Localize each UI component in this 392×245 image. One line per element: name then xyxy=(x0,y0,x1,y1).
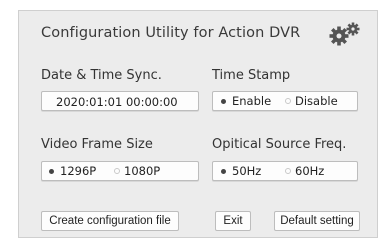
date-time-value: 2020:01:01 00:00:00 xyxy=(56,95,178,109)
freq-50hz-label: 50Hz xyxy=(232,164,262,178)
frame-size-1296p-label: 1296P xyxy=(60,164,97,178)
radio-selected-icon xyxy=(49,168,54,174)
radio-unselected-icon xyxy=(285,168,291,174)
video-frame-size-label: Video Frame Size xyxy=(41,137,153,152)
config-panel: Configuration Utility for Action DVR Dat… xyxy=(18,10,378,238)
time-stamp-radio-group: Enable Disable xyxy=(212,91,358,111)
window-title: Configuration Utility for Action DVR xyxy=(41,25,301,41)
time-stamp-disable-label: Disable xyxy=(295,94,338,108)
optical-source-freq-radio-group: 50Hz 60Hz xyxy=(212,161,358,181)
video-frame-size-radio-group: 1296P 1080P xyxy=(41,161,199,181)
radio-selected-icon xyxy=(221,98,226,104)
radio-selected-icon xyxy=(221,168,226,174)
date-time-label: Date & Time Sync. xyxy=(41,68,162,83)
radio-unselected-icon xyxy=(114,168,120,174)
radio-unselected-icon xyxy=(285,98,291,104)
exit-button[interactable]: Exit xyxy=(215,211,251,231)
time-stamp-disable-option[interactable]: Disable xyxy=(285,92,338,110)
freq-50hz-option[interactable]: 50Hz xyxy=(221,162,261,180)
frame-size-1296p-option[interactable]: 1296P xyxy=(49,162,96,180)
time-stamp-enable-label: Enable xyxy=(232,94,272,108)
optical-source-freq-label: Opitical Source Freq. xyxy=(212,137,347,152)
gears-icon xyxy=(329,22,360,46)
freq-60hz-option[interactable]: 60Hz xyxy=(285,162,324,180)
create-config-file-button[interactable]: Create configuration file xyxy=(41,211,179,231)
date-time-field[interactable]: 2020:01:01 00:00:00 xyxy=(41,91,199,111)
freq-60hz-label: 60Hz xyxy=(295,164,325,178)
time-stamp-enable-option[interactable]: Enable xyxy=(221,92,271,110)
default-setting-button[interactable]: Default setting xyxy=(274,211,360,231)
frame-size-1080p-label: 1080P xyxy=(124,164,161,178)
time-stamp-label: Time Stamp xyxy=(212,68,291,83)
frame-size-1080p-option[interactable]: 1080P xyxy=(114,162,160,180)
